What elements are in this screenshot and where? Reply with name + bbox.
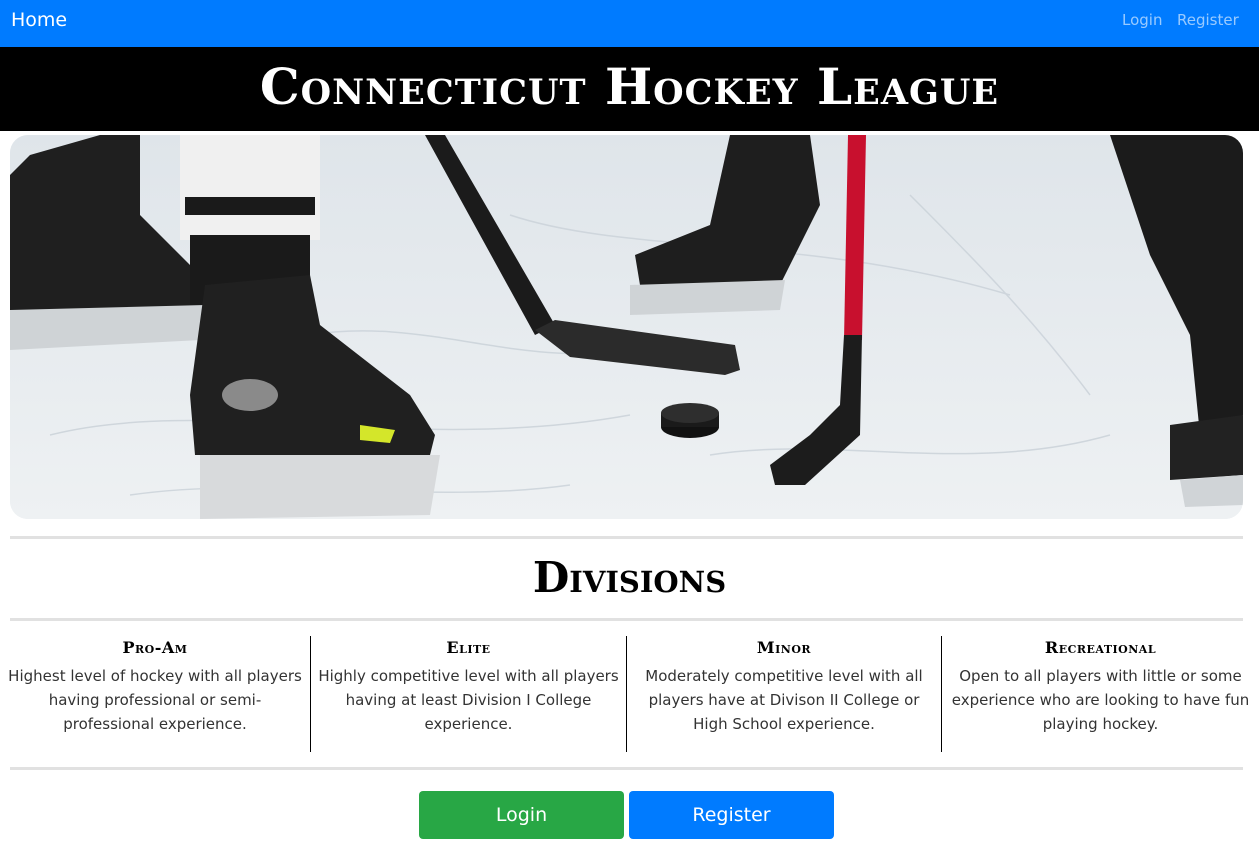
division-description: Moderately competitive level with all pl… [645, 667, 923, 733]
title-banner: Connecticut Hockey League [0, 47, 1259, 131]
division-name: Pro-Am [122, 638, 188, 657]
division-description: Open to all players with little or some … [951, 667, 1250, 733]
divider-middle [10, 618, 1243, 621]
navbar: Home Login Register [0, 0, 1259, 47]
division-name: Minor [756, 638, 812, 657]
hockey-photo-icon [10, 135, 1243, 519]
site-title: Connecticut Hockey League [259, 57, 1000, 116]
login-button[interactable]: Login [419, 791, 624, 839]
division-description: Highly competitive level with all player… [318, 667, 619, 733]
nav-register-link[interactable]: Register [1177, 11, 1239, 29]
division-description: Highest level of hockey with all players… [8, 667, 302, 733]
division-minor: Minor Moderately competitive level with … [627, 636, 942, 752]
division-elite: Elite Highly competitive level with all … [311, 636, 627, 752]
divider-bottom [10, 767, 1243, 770]
division-name: Recreational [1044, 638, 1157, 657]
divisions-section: Pro-Am Highest level of hockey with all … [0, 636, 1259, 752]
division-recreational: Recreational Open to all players with li… [942, 636, 1259, 752]
divider-top [10, 536, 1243, 539]
division-name: Elite [446, 638, 491, 657]
hero-image [10, 135, 1243, 519]
division-pro-am: Pro-Am Highest level of hockey with all … [0, 636, 311, 752]
divisions-heading: Divisions [532, 553, 727, 602]
register-button[interactable]: Register [629, 791, 834, 839]
nav-home-link[interactable]: Home [11, 9, 67, 31]
nav-login-link[interactable]: Login [1122, 11, 1162, 29]
